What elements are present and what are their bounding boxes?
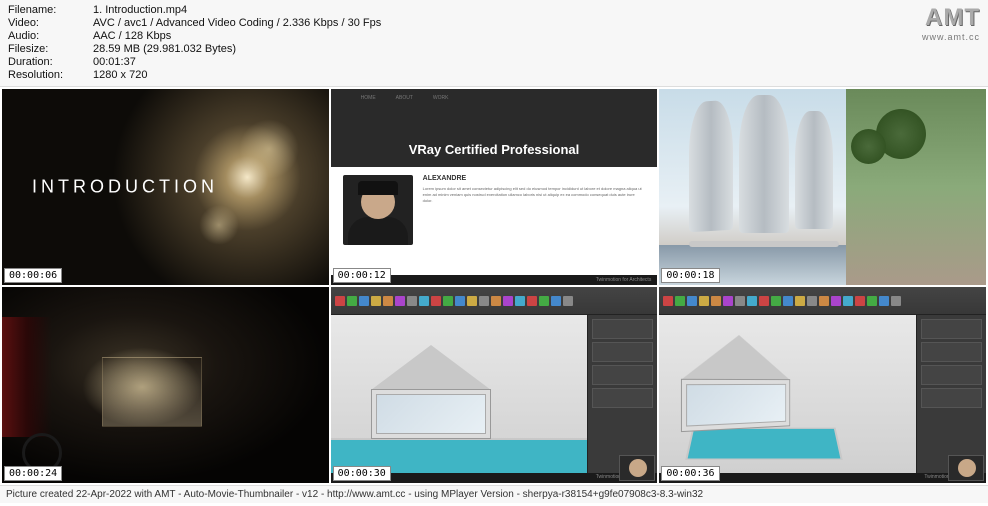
timestamp-3: 00:00:18	[661, 268, 719, 283]
profile-name: ALEXANDRE	[423, 175, 646, 182]
app-toolbar	[659, 287, 986, 315]
metadata-header: Filename:1. Introduction.mp4 Video:AVC /…	[0, 0, 988, 87]
filename-value: 1. Introduction.mp4	[93, 4, 187, 16]
timestamp-4: 00:00:24	[4, 466, 62, 481]
thumbnail-6: Twinmotion for Architects 00:00:36	[659, 287, 986, 483]
thumbnail-1: INTRODUCTION 00:00:06	[2, 89, 329, 285]
resolution-label: Resolution:	[8, 69, 93, 81]
profile-desc: Lorem ipsum dolor sit amet consectetur a…	[423, 186, 646, 203]
duration-value: 00:01:37	[93, 56, 136, 68]
video-value: AVC / avc1 / Advanced Video Coding / 2.3…	[93, 17, 381, 29]
filename-label: Filename:	[8, 4, 93, 16]
footer-credit: Picture created 22-Apr-2022 with AMT - A…	[0, 485, 988, 503]
video-label: Video:	[8, 17, 93, 29]
profile-photo	[343, 175, 413, 245]
audio-label: Audio:	[8, 30, 93, 42]
thumbnail-5: Twinmotion for Architects 00:00:30	[331, 287, 658, 483]
timestamp-2: 00:00:12	[333, 268, 391, 283]
thumbnail-4: 00:00:24	[2, 287, 329, 483]
filesize-value: 28.59 MB (29.981.032 Bytes)	[93, 43, 236, 55]
side-panel	[587, 315, 657, 473]
resolution-value: 1280 x 720	[93, 69, 147, 81]
app-toolbar	[331, 287, 658, 315]
thumbnail-3: 00:00:18	[659, 89, 986, 285]
duration-label: Duration:	[8, 56, 93, 68]
logo-url: www.amt.cc	[922, 32, 980, 42]
audio-value: AAC / 128 Kbps	[93, 30, 171, 42]
side-panel	[916, 315, 986, 473]
logo-text: AMT	[922, 4, 980, 32]
amt-logo: AMT www.amt.cc	[922, 4, 980, 82]
filesize-label: Filesize:	[8, 43, 93, 55]
timestamp-5: 00:00:30	[333, 466, 391, 481]
thumb2-title: VRay Certified Professional	[331, 142, 658, 157]
3d-viewport	[659, 315, 916, 473]
thumbnail-grid: INTRODUCTION 00:00:06 HOMEABOUTWORK VRay…	[0, 87, 988, 485]
timestamp-1: 00:00:06	[4, 268, 62, 283]
webcam-overlay	[619, 455, 655, 481]
webcam-overlay	[948, 455, 984, 481]
timestamp-6: 00:00:36	[661, 466, 719, 481]
thumb1-title: INTRODUCTION	[32, 177, 218, 198]
thumbnail-2: HOMEABOUTWORK VRay Certified Professiona…	[331, 89, 658, 285]
3d-viewport	[331, 315, 588, 473]
metadata-block: Filename:1. Introduction.mp4 Video:AVC /…	[8, 4, 381, 82]
